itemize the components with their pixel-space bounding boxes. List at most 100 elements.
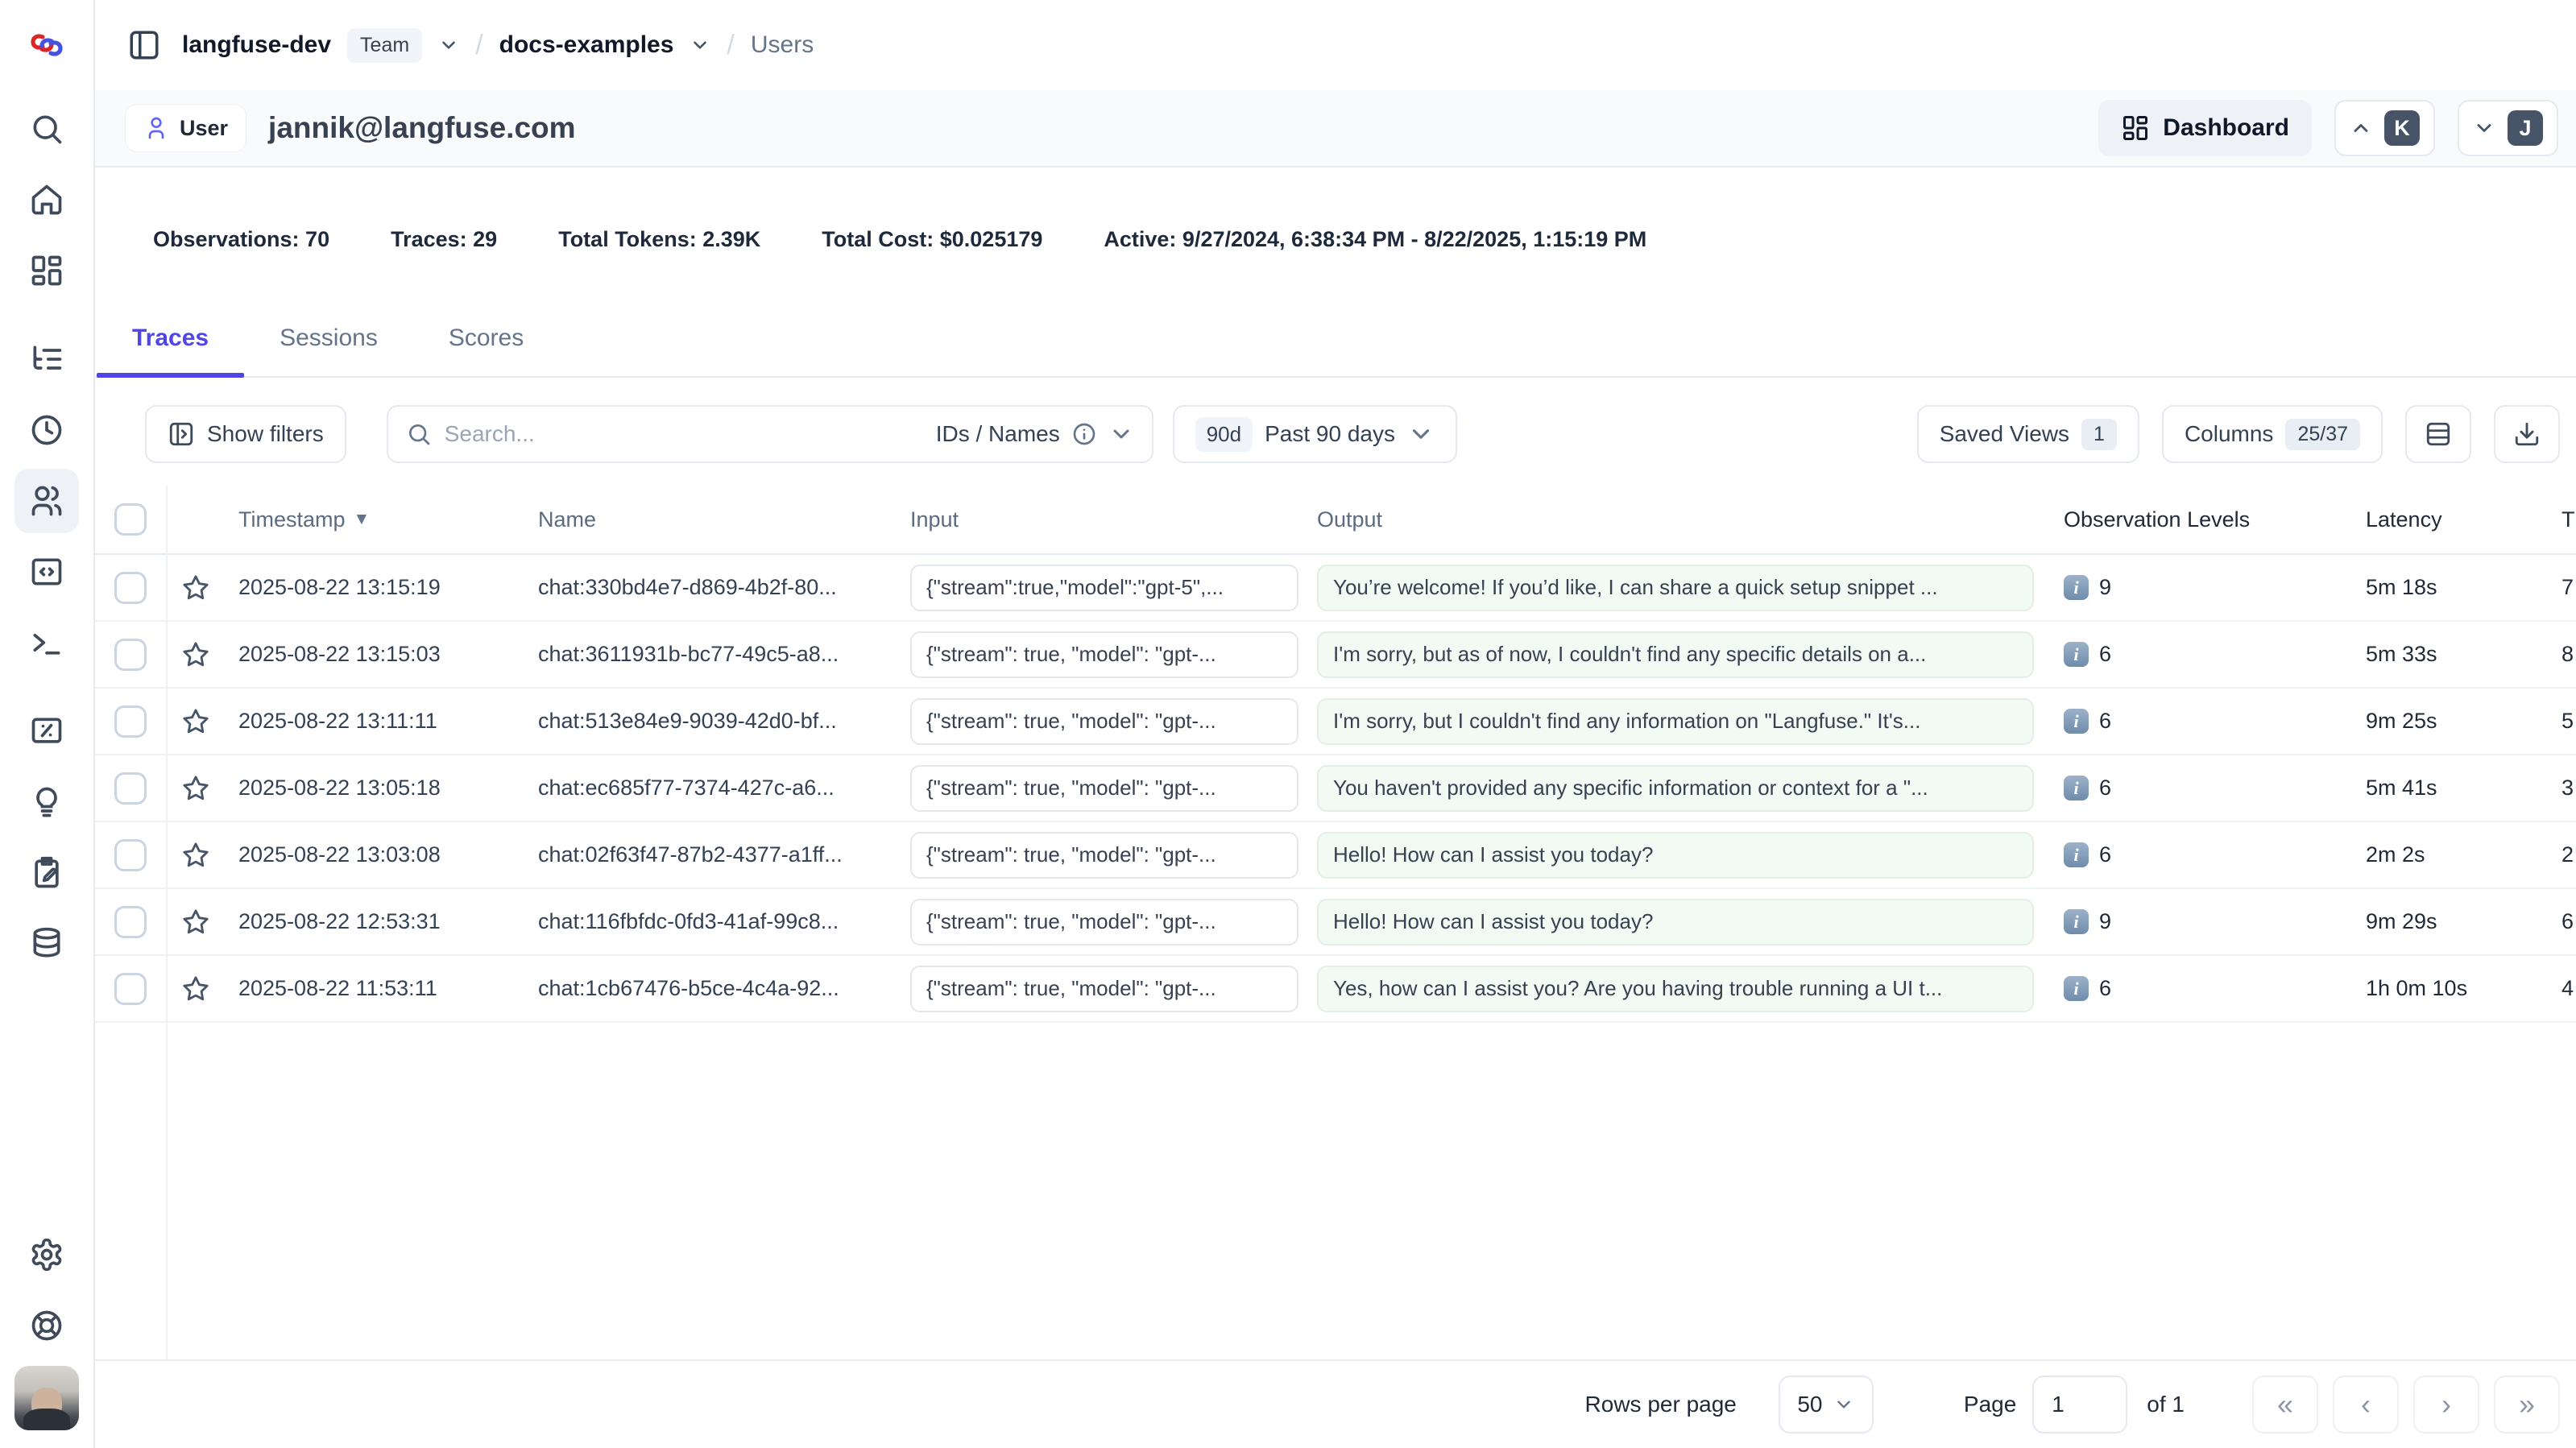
search-input[interactable] xyxy=(445,421,923,447)
tab-sessions[interactable]: Sessions xyxy=(244,325,413,376)
tab-scores[interactable]: Scores xyxy=(413,325,559,376)
stat-observations: Observations: 70 xyxy=(153,227,329,252)
trace-name-cell[interactable]: chat:3611931b-bc77-49c5-a8... xyxy=(524,642,894,667)
date-range-picker[interactable]: 90d Past 90 days xyxy=(1173,405,1457,463)
row-checkbox[interactable] xyxy=(114,772,147,805)
chevron-down-icon[interactable] xyxy=(438,35,459,56)
bookmark-star-icon[interactable] xyxy=(182,708,209,735)
trace-name-cell[interactable]: chat:1cb67476-b5ce-4c4a-92... xyxy=(524,976,894,1001)
input-chip[interactable]: {"stream": true, "model": "gpt-... xyxy=(910,765,1298,812)
row-checkbox[interactable] xyxy=(114,572,147,604)
column-header-name[interactable]: Name xyxy=(524,507,894,532)
input-chip[interactable]: {"stream": true, "model": "gpt-... xyxy=(910,966,1298,1012)
show-filters-button[interactable]: Show filters xyxy=(145,405,346,463)
bookmark-star-icon[interactable] xyxy=(182,908,209,936)
next-item-button[interactable]: J xyxy=(2458,100,2558,156)
input-chip[interactable]: {"stream": true, "model": "gpt-... xyxy=(910,631,1298,678)
column-header-output[interactable]: Output xyxy=(1309,507,2046,532)
output-chip[interactable]: Yes, how can I assist you? Are you havin… xyxy=(1317,966,2034,1012)
first-page-button[interactable]: « xyxy=(2252,1376,2318,1434)
search-icon xyxy=(406,421,432,447)
bookmark-star-icon[interactable] xyxy=(182,574,209,602)
cost-cell-clipped: 6 xyxy=(2545,909,2576,934)
table-row[interactable]: 2025-08-22 13:15:19 chat:330bd4e7-d869-4… xyxy=(95,555,2576,622)
user-avatar[interactable] xyxy=(14,1366,79,1430)
users-icon[interactable] xyxy=(14,469,79,533)
export-download-button[interactable] xyxy=(2494,405,2560,463)
annotation-lightbulb-icon[interactable] xyxy=(14,770,79,834)
table-row[interactable]: 2025-08-22 13:05:18 chat:ec685f77-7374-4… xyxy=(95,755,2576,822)
output-chip[interactable]: Hello! How can I assist you today? xyxy=(1317,832,2034,879)
timestamp-cell: 2025-08-22 11:53:11 xyxy=(226,976,524,1001)
chevron-down-icon[interactable] xyxy=(690,35,710,56)
column-header-latency[interactable]: Latency xyxy=(2352,507,2545,532)
column-header-observation-levels[interactable]: Observation Levels xyxy=(2046,507,2352,532)
bookmark-star-icon[interactable] xyxy=(182,842,209,869)
tab-bar: Traces Sessions Scores xyxy=(95,325,2576,378)
sidebar-toggle-icon[interactable] xyxy=(127,28,161,62)
org-name[interactable]: langfuse-dev xyxy=(182,31,331,59)
input-chip[interactable]: {"stream": true, "model": "gpt-... xyxy=(910,698,1298,745)
project-name[interactable]: docs-examples xyxy=(499,31,674,59)
previous-page-button[interactable]: ‹ xyxy=(2333,1376,2399,1434)
row-checkbox[interactable] xyxy=(114,973,147,1005)
home-icon[interactable] xyxy=(14,168,79,232)
column-header-input[interactable]: Input xyxy=(894,507,1309,532)
bookmark-star-icon[interactable] xyxy=(182,975,209,1003)
input-chip[interactable]: {"stream": true, "model": "gpt-... xyxy=(910,899,1298,945)
info-level-icon: i xyxy=(2064,909,2089,934)
page-number-input[interactable] xyxy=(2032,1376,2127,1434)
columns-button[interactable]: Columns 25/37 xyxy=(2162,405,2383,463)
table-row[interactable]: 2025-08-22 12:53:31 chat:116fbfdc-0fd3-4… xyxy=(95,889,2576,956)
prompts-icon[interactable] xyxy=(14,540,79,604)
playground-terminal-icon[interactable] xyxy=(14,610,79,675)
settings-gear-icon[interactable] xyxy=(14,1223,79,1287)
table-empty-space xyxy=(95,1023,2576,1359)
output-chip[interactable]: I'm sorry, but as of now, I couldn't fin… xyxy=(1317,631,2034,678)
trace-name-cell[interactable]: chat:330bd4e7-d869-4b2f-80... xyxy=(524,575,894,600)
prev-item-button[interactable]: K xyxy=(2334,100,2435,156)
dashboard-icon[interactable] xyxy=(14,238,79,303)
row-checkbox[interactable] xyxy=(114,705,147,738)
output-chip[interactable]: Hello! How can I assist you today? xyxy=(1317,899,2034,945)
sessions-clock-icon[interactable] xyxy=(14,398,79,462)
saved-views-button[interactable]: Saved Views 1 xyxy=(1917,405,2139,463)
support-lifebuoy-icon[interactable] xyxy=(14,1293,79,1358)
pagination-bar: Rows per page 50 Page of 1 « ‹ › » xyxy=(95,1359,2576,1448)
search-icon[interactable] xyxy=(14,97,79,161)
input-chip[interactable]: {"stream": true, "model": "gpt-... xyxy=(910,832,1298,879)
table-row[interactable]: 2025-08-22 11:53:11 chat:1cb67476-b5ce-4… xyxy=(95,956,2576,1023)
evaluation-icon[interactable] xyxy=(14,699,79,763)
trace-name-cell[interactable]: chat:ec685f77-7374-427c-a6... xyxy=(524,776,894,801)
column-header-clipped[interactable]: T xyxy=(2545,507,2576,532)
next-page-button[interactable]: › xyxy=(2413,1376,2479,1434)
trace-name-cell[interactable]: chat:116fbfdc-0fd3-41af-99c8... xyxy=(524,909,894,934)
row-height-button[interactable] xyxy=(2405,405,2471,463)
input-chip[interactable]: {"stream":true,"model":"gpt-5",... xyxy=(910,565,1298,611)
trace-name-cell[interactable]: chat:02f63f47-87b2-4377-a1ff... xyxy=(524,842,894,867)
trace-name-cell[interactable]: chat:513e84e9-9039-42d0-bf... xyxy=(524,709,894,734)
timestamp-cell: 2025-08-22 13:03:08 xyxy=(226,842,524,867)
row-checkbox[interactable] xyxy=(114,839,147,871)
tracing-icon[interactable] xyxy=(14,327,79,391)
table-row[interactable]: 2025-08-22 13:11:11 chat:513e84e9-9039-4… xyxy=(95,689,2576,755)
rows-per-page-select[interactable]: 50 xyxy=(1779,1376,1874,1434)
row-checkbox[interactable] xyxy=(114,906,147,938)
bookmark-star-icon[interactable] xyxy=(182,641,209,668)
bookmark-star-icon[interactable] xyxy=(182,775,209,802)
tab-traces[interactable]: Traces xyxy=(97,325,244,376)
last-page-button[interactable]: » xyxy=(2494,1376,2560,1434)
select-all-checkbox[interactable] xyxy=(114,503,147,536)
output-chip[interactable]: You haven't provided any specific inform… xyxy=(1317,765,2034,812)
search-type-dropdown[interactable]: IDs / Names xyxy=(936,421,1134,447)
experiments-clipboard-icon[interactable] xyxy=(14,841,79,905)
datasets-database-icon[interactable] xyxy=(14,912,79,976)
output-chip[interactable]: You’re welcome! If you’d like, I can sha… xyxy=(1317,565,2034,611)
output-chip[interactable]: I'm sorry, but I couldn't find any infor… xyxy=(1317,698,2034,745)
table-row[interactable]: 2025-08-22 13:15:03 chat:3611931b-bc77-4… xyxy=(95,622,2576,689)
table-row[interactable]: 2025-08-22 13:03:08 chat:02f63f47-87b2-4… xyxy=(95,822,2576,889)
table-header-row: Timestamp▼ Name Input Output Observation… xyxy=(95,486,2576,555)
row-checkbox[interactable] xyxy=(114,639,147,671)
column-header-timestamp[interactable]: Timestamp▼ xyxy=(226,507,524,532)
dashboard-button[interactable]: Dashboard xyxy=(2098,100,2312,156)
